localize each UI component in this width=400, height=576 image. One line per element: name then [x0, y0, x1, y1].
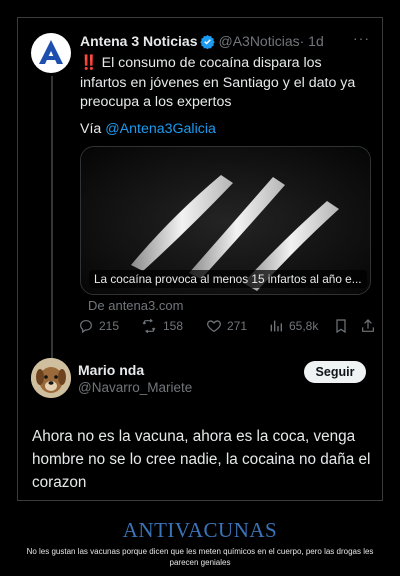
reply-icon [80, 320, 92, 334]
verified-badge-icon [200, 34, 216, 49]
bookmark-action[interactable] [333, 318, 354, 334]
more-options-icon[interactable]: ··· [353, 30, 370, 46]
tweet-time: · 1d [299, 33, 324, 49]
retweet-action[interactable]: 158 [140, 318, 183, 334]
follow-button[interactable]: Seguir [304, 361, 366, 383]
tweet-actions: 215 158 271 65,8k [78, 318, 378, 338]
tweet-header: Antena 3 Noticias @A3Noticias · 1d [80, 32, 370, 50]
reply-text: Ahora no es la vacuna, ahora es la coca,… [32, 428, 371, 491]
caption-title: ANTIVACUNAS [122, 518, 278, 542]
screenshot-frame: Antena 3 Noticias @A3Noticias · 1d ··· ‼… [17, 17, 383, 501]
reply-display-name[interactable]: Mario nda [78, 362, 144, 378]
share-action[interactable] [360, 318, 381, 334]
tweet-display-name[interactable]: Antena 3 Noticias [80, 33, 197, 49]
caption-subtitle: No les gustan las vacunas porque dicen q… [26, 547, 374, 567]
via-prefix: Vía [80, 121, 106, 137]
card-caption: La cocaína provoca al menos 15 infartos … [89, 270, 367, 288]
reply-avatar[interactable] [31, 358, 71, 398]
like-action[interactable]: 271 [206, 318, 247, 334]
views-icon [270, 320, 282, 332]
tweet-handle[interactable]: @A3Noticias [218, 33, 299, 49]
tweet-via: Vía @Antena3Galicia [80, 121, 216, 137]
tweet-text: ‼️ El consumo de cocaína dispara los inf… [80, 55, 356, 110]
antena3-avatar[interactable] [31, 33, 71, 73]
like-count: 271 [227, 319, 248, 333]
views-count: 65,8k [289, 319, 319, 333]
card-source[interactable]: De antena3.com [88, 298, 183, 313]
reply-action[interactable]: 215 [78, 318, 119, 334]
via-link[interactable]: @Antena3Galicia [105, 121, 216, 137]
link-card[interactable]: La cocaína provoca al menos 15 infartos … [80, 146, 371, 295]
retweet-count: 158 [163, 319, 184, 333]
reply-handle[interactable]: @Navarro_Mariete [78, 380, 192, 395]
bookmark-icon [336, 319, 346, 334]
reply-count: 215 [99, 319, 120, 333]
share-icon [362, 319, 374, 332]
views-action[interactable]: 65,8k [268, 318, 318, 334]
heart-icon [207, 320, 221, 333]
retweet-icon [142, 318, 156, 334]
thread-line [51, 76, 53, 361]
